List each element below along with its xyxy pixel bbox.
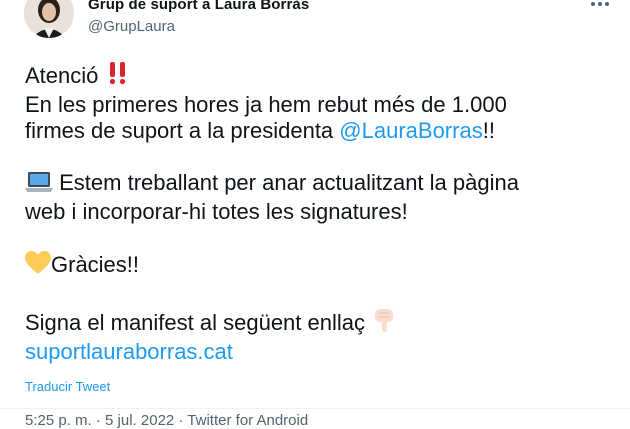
- tweet-metadata[interactable]: 5:25 p. m. · 5 jul. 2022 · Twitter for A…: [25, 412, 308, 429]
- tweet-line-3-suffix: !!: [482, 118, 495, 143]
- tweet-line-4: Estem treballant per anar actualitzant l…: [25, 170, 605, 199]
- author-avatar[interactable]: [24, 0, 74, 38]
- divider: [0, 408, 630, 409]
- tweet-header: Grup de suport a Laura Borràs @GrupLaura: [24, 0, 614, 44]
- external-link[interactable]: suportlauraborras.cat: [25, 339, 233, 364]
- tweet-line-7: Signa el manifest al següent enllaç: [25, 307, 605, 339]
- tweet-line-8: suportlauraborras.cat: [25, 339, 605, 365]
- yellow-heart-icon: [25, 251, 51, 281]
- tweet-line-5: web i incorporar-hi totes les signatures…: [25, 199, 408, 224]
- translate-tweet-button[interactable]: Traducir Tweet: [25, 379, 110, 394]
- tweet-line-7-text: Signa el manifest al següent enllaç: [25, 310, 365, 335]
- tweet-card: Grup de suport a Laura Borràs @GrupLaura…: [0, 0, 630, 429]
- tweet-line-2: En les primeres hores ja hem rebut més d…: [25, 92, 507, 117]
- mention-link[interactable]: @LauraBorras: [339, 118, 482, 143]
- tweet-line-3-prefix: firmes de suport a la presidenta: [25, 118, 334, 143]
- double-exclamation-icon: [105, 60, 131, 92]
- tweet-line-4-text: Estem treballant per anar actualitzant l…: [59, 170, 519, 195]
- tweet-line-6: Gràcies!!: [25, 251, 605, 281]
- tweet-line-6-text: Gràcies!!: [51, 252, 140, 277]
- more-icon[interactable]: [586, 0, 614, 14]
- tweet-text: Atenció En les primeres hores ja hem reb…: [25, 60, 605, 365]
- author-handle[interactable]: @GrupLaura: [88, 18, 175, 35]
- avatar-image: [24, 0, 74, 38]
- tweet-text-attention: Atenció: [25, 63, 99, 88]
- laptop-icon: [25, 171, 53, 199]
- tweet-line-3: firmes de suport a la presidenta @LauraB…: [25, 118, 605, 144]
- tweet-line-1: Atenció: [25, 60, 605, 92]
- author-name[interactable]: Grup de suport a Laura Borràs: [88, 0, 309, 13]
- pointing-down-icon: [371, 307, 397, 339]
